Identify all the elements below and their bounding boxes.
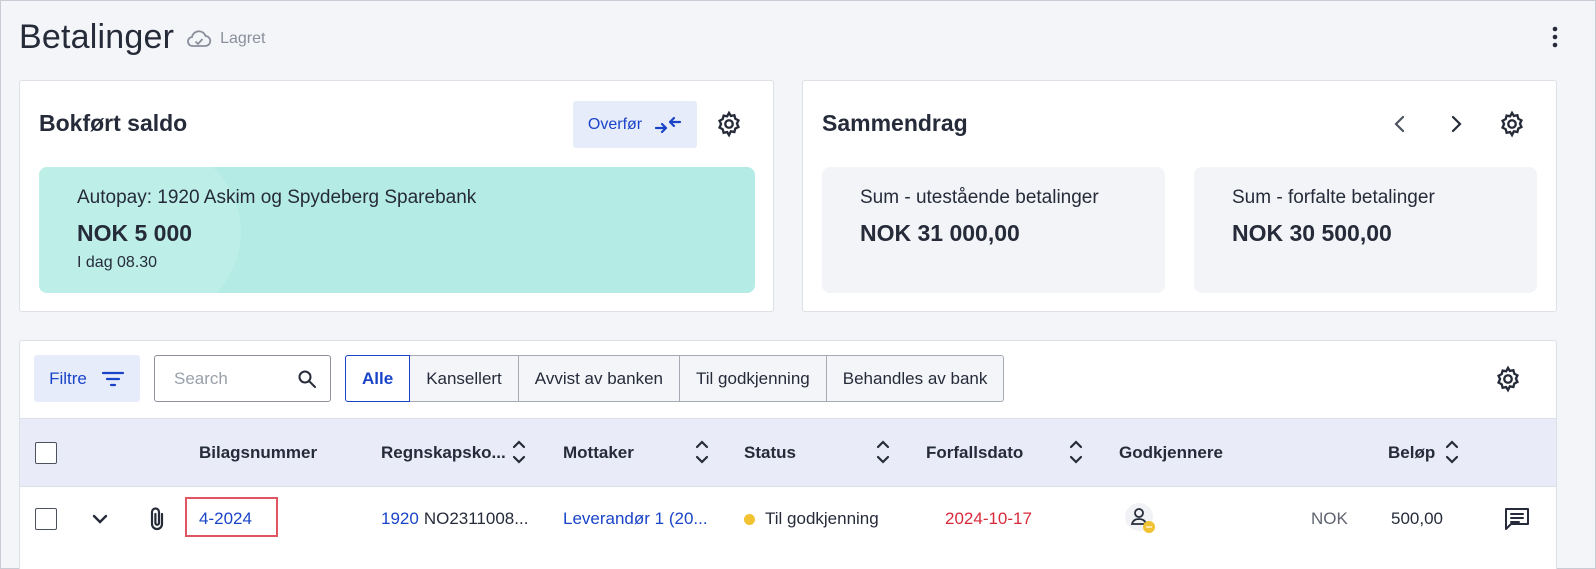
search-field[interactable] [154, 355, 331, 402]
summary-card: Sammendrag Sum - utestående betalinger N… [802, 80, 1557, 312]
status-cell: Til godkjenning [744, 487, 879, 551]
column-approvers: Godkjennere [1119, 443, 1223, 462]
tab-pending-approval[interactable]: Til godkjenning [680, 355, 827, 402]
attachment-icon[interactable] [147, 487, 167, 551]
voucher-link[interactable]: 4-2024 [199, 487, 252, 551]
column-status[interactable]: Status [744, 419, 796, 487]
transfer-label: Overfør [587, 115, 643, 133]
status-filter-tabs: Alle Kansellert Avvist av banken Til god… [345, 355, 1005, 402]
summary-tile-value: NOK 30 500,00 [1232, 220, 1392, 246]
summary-tile-label: Sum - forfalte betalinger [1232, 187, 1435, 208]
sort-icon[interactable] [876, 438, 890, 466]
summary-card-title: Sammendrag [822, 110, 968, 136]
status-label: Til godkjenning [765, 509, 879, 528]
filter-button[interactable]: Filtre [34, 355, 140, 402]
balance-settings-icon[interactable] [711, 106, 747, 142]
filter-lines-icon [101, 371, 124, 386]
balance-card: Bokført saldo Overfør Autopay: 1920 Aski… [19, 80, 774, 312]
bank-account-timestamp: I dag 08.30 [77, 254, 158, 271]
column-voucher[interactable]: Bilagsnummer [199, 419, 317, 487]
filter-label: Filtre [49, 368, 87, 388]
table-row[interactable]: 4-2024 1920 NO2311008... Leverandør 1 (2… [20, 486, 1556, 550]
tab-all[interactable]: Alle [345, 355, 411, 402]
table-toolbar: Filtre Alle Kansellert Avvist av banken … [20, 341, 1556, 418]
select-all-checkbox[interactable] [35, 442, 57, 464]
column-due-date[interactable]: Forfallsdato [926, 419, 1023, 487]
account-number-link[interactable]: 1920 [381, 509, 419, 529]
cloud-icon [187, 30, 212, 47]
summary-settings-icon[interactable] [1494, 106, 1530, 142]
transfer-button[interactable]: Overfør [573, 101, 697, 148]
account-cell: 1920 NO2311008... [381, 487, 528, 551]
summary-tile-overdue: Sum - forfalte betalinger NOK 30 500,00 [1194, 167, 1537, 293]
search-icon[interactable] [297, 369, 317, 389]
payments-table-card: Filtre Alle Kansellert Avvist av banken … [19, 340, 1557, 569]
approver-avatar-icon[interactable] [1124, 487, 1158, 551]
search-input[interactable] [174, 368, 294, 389]
saved-label: Lagret [220, 30, 266, 47]
recipient-link[interactable]: Leverandør 1 (20... [563, 487, 708, 551]
sort-icon[interactable] [695, 438, 709, 466]
transfer-arrows-icon [655, 116, 682, 133]
column-recipient[interactable]: Mottaker [563, 419, 634, 487]
page-header: Betalinger Lagret [19, 13, 1577, 61]
comment-icon[interactable] [1504, 487, 1530, 551]
expand-row-icon[interactable] [92, 487, 108, 551]
sort-icon[interactable] [1445, 438, 1459, 466]
account-iban: NO2311008... [423, 509, 529, 528]
summary-tile-label: Sum - utestående betalinger [860, 187, 1099, 208]
summary-tile-outstanding: Sum - utestående betalinger NOK 31 000,0… [822, 167, 1165, 293]
table-settings-icon[interactable] [1490, 361, 1526, 397]
bank-account-name: Autopay: 1920 Askim og Spydeberg Spareba… [77, 187, 477, 208]
balance-card-title: Bokført saldo [39, 110, 188, 136]
table-header: Bilagsnummer Regnskapsko... Mottaker Sta… [20, 418, 1556, 486]
bank-account-balance: NOK 5 000 [77, 220, 193, 246]
tab-processing-by-bank[interactable]: Behandles av bank [826, 355, 1005, 402]
chevron-right-icon[interactable] [1438, 106, 1474, 142]
column-account[interactable]: Regnskapsko... [381, 419, 506, 487]
saved-status: Lagret [186, 29, 265, 49]
currency: NOK [1311, 509, 1348, 528]
more-options-icon[interactable] [1541, 23, 1569, 51]
column-amount[interactable]: Beløp [1388, 419, 1435, 487]
status-dot [744, 513, 755, 525]
tab-cancelled[interactable]: Kansellert [410, 355, 519, 402]
bank-account-tile[interactable]: Autopay: 1920 Askim og Spydeberg Spareba… [39, 167, 755, 293]
row-checkbox[interactable] [35, 508, 57, 530]
tab-rejected-by-bank[interactable]: Avvist av banken [518, 355, 681, 402]
page-title: Betalinger [19, 17, 175, 56]
sort-icon[interactable] [1069, 438, 1083, 466]
amount: 500,00 [1391, 509, 1443, 528]
sort-icon[interactable] [512, 438, 526, 466]
summary-tile-value: NOK 31 000,00 [860, 220, 1020, 246]
due-date: 2024-10-17 [945, 509, 1032, 528]
chevron-left-icon[interactable] [1382, 106, 1418, 142]
